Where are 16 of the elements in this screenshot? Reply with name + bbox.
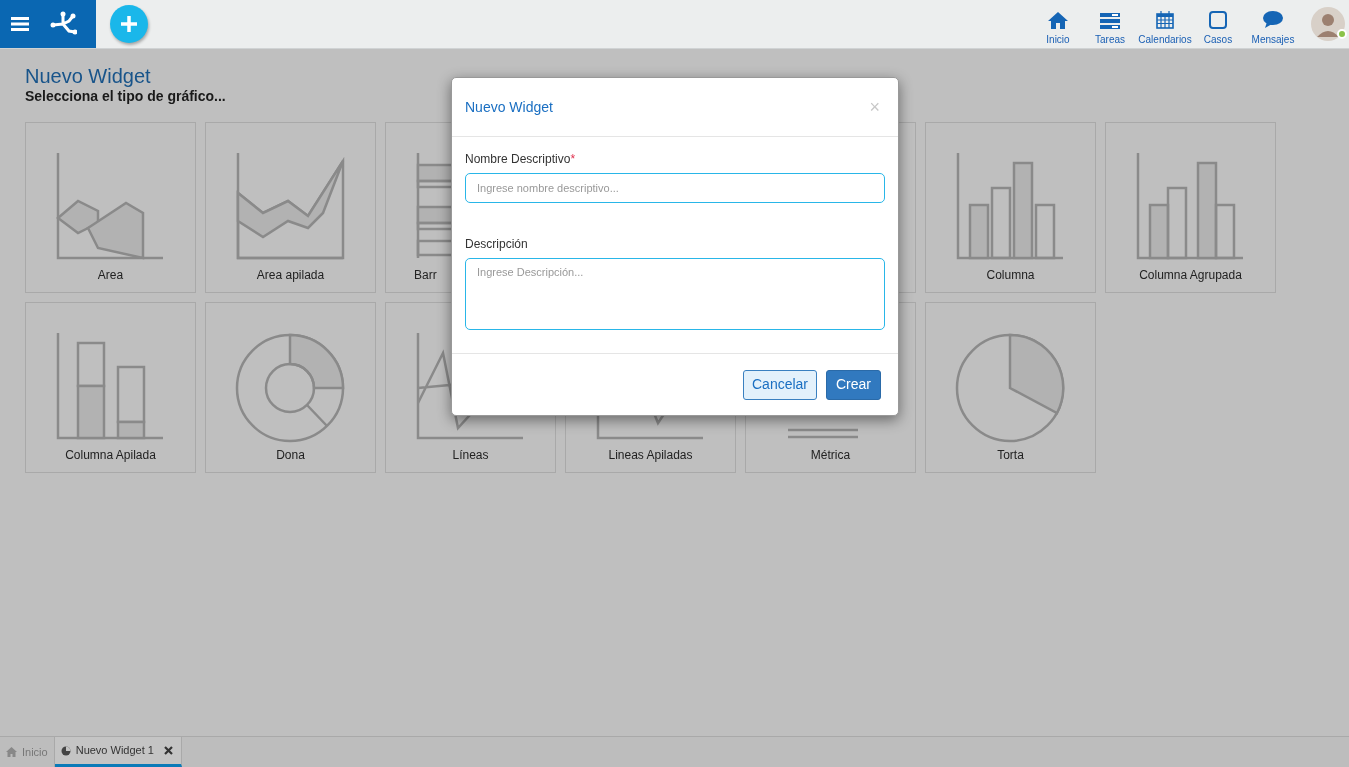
page-subtitle: Selecciona el tipo de gráfico... [25,87,227,105]
tile-label: Líneas [452,448,489,462]
page-title: Nuevo Widget [25,65,152,87]
tile-label: Area apilada [256,268,325,282]
tile-label: Dona [276,448,305,462]
tile-label: Columna Agrupada [1139,268,1242,282]
dialog-title: Nuevo Widget [465,97,553,117]
field-label: Descripción [465,237,529,251]
field-label: Nombre Descriptivo* [465,152,577,166]
tile-label: Barr [414,268,437,282]
tile-label: Torta [997,448,1024,462]
tile-label: Columna [986,268,1035,282]
tile-label: Lineas Apiladas [608,448,693,462]
tile-label: Métrica [810,448,851,462]
tile-label: Area [97,268,124,282]
tile-label: Columna Apilada [65,448,156,462]
